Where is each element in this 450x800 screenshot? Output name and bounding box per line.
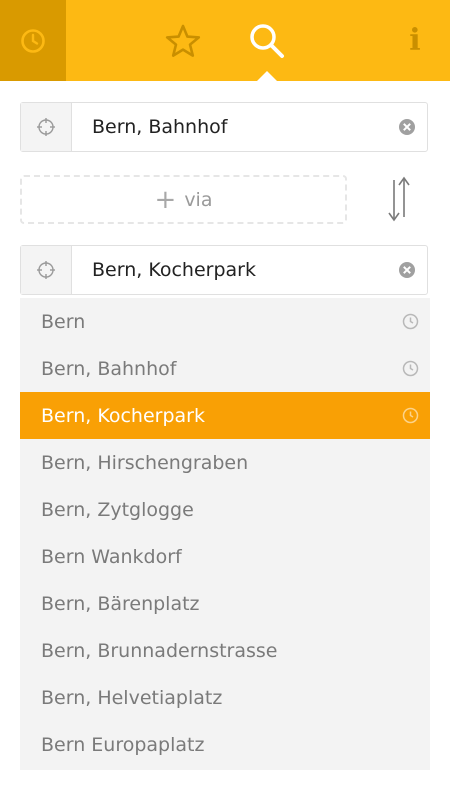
suggestion-item[interactable]: Bern, Helvetiaplatz: [20, 674, 430, 721]
suggestion-item-selected[interactable]: Bern, Kocherpark: [20, 392, 430, 439]
from-field: [20, 102, 428, 152]
to-clear-button[interactable]: [387, 246, 427, 294]
suggestion-label: Bern, Bahnhof: [41, 357, 177, 380]
from-input[interactable]: [72, 103, 387, 151]
history-clock-icon: [402, 360, 419, 377]
suggestion-label: Bern, Bärenplatz: [41, 592, 200, 615]
search-icon: [250, 23, 284, 58]
top-nav-bar: i: [0, 0, 450, 81]
suggestion-item[interactable]: Bern Europaplatz: [20, 721, 430, 768]
suggestion-item[interactable]: Bern: [20, 298, 430, 345]
suggestion-item[interactable]: Bern, Brunnadernstrasse: [20, 627, 430, 674]
suggestion-label: Bern, Kocherpark: [41, 404, 205, 427]
swap-button[interactable]: [380, 174, 418, 224]
from-clear-button[interactable]: [387, 103, 427, 151]
suggestion-label: Bern Europaplatz: [41, 733, 205, 756]
tab-favorites[interactable]: [150, 0, 216, 81]
crosshair-icon: [37, 261, 55, 279]
suggestion-item[interactable]: Bern, Hirschengraben: [20, 439, 430, 486]
suggestion-label: Bern, Hirschengraben: [41, 451, 249, 474]
suggestion-item[interactable]: Bern, Zytglogge: [20, 486, 430, 533]
history-clock-icon: [402, 313, 419, 330]
suggestion-label: Bern, Brunnadernstrasse: [41, 639, 278, 662]
tab-info[interactable]: i: [385, 0, 445, 81]
suggestion-label: Bern, Helvetiaplatz: [41, 686, 223, 709]
via-label: via: [184, 188, 213, 211]
tab-search[interactable]: [234, 0, 300, 81]
crosshair-icon: [37, 118, 55, 136]
swap-arrows-icon: [388, 176, 410, 222]
to-field: [20, 245, 428, 295]
suggestion-list: Bern Bern, Bahnhof Bern, Kocherpark Bern…: [20, 298, 430, 770]
to-locate-button[interactable]: [21, 246, 72, 294]
suggestion-label: Bern: [41, 310, 86, 333]
history-clock-icon: [402, 407, 419, 424]
suggestion-label: Bern, Zytglogge: [41, 498, 194, 521]
suggestion-item[interactable]: Bern, Bahnhof: [20, 345, 430, 392]
active-tab-indicator: [257, 71, 277, 81]
suggestion-item[interactable]: Bern, Bärenplatz: [20, 580, 430, 627]
suggestion-item[interactable]: Bern Wankdorf: [20, 533, 430, 580]
clock-icon: [21, 28, 45, 53]
suggestion-label: Bern Wankdorf: [41, 545, 182, 568]
plus-icon: +: [154, 184, 177, 215]
clear-icon: [399, 262, 415, 278]
add-via-button[interactable]: + via: [20, 175, 347, 224]
info-icon: i: [409, 23, 421, 58]
tab-history[interactable]: [0, 0, 66, 81]
from-locate-button[interactable]: [21, 103, 72, 151]
star-icon: [165, 24, 201, 57]
clear-icon: [399, 119, 415, 135]
to-input[interactable]: [72, 246, 387, 294]
